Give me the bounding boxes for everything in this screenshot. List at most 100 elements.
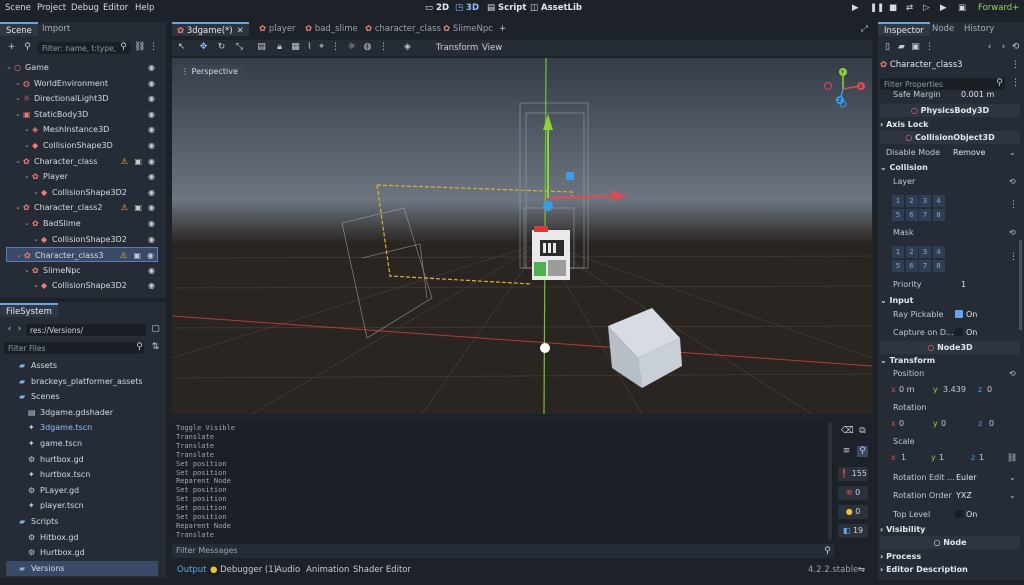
file-item[interactable]: ▰ Versions: [6, 560, 158, 576]
tab-debugger[interactable]: ● Debugger (1): [210, 565, 277, 575]
file-item[interactable]: ✦ 3dgame.tscn: [6, 420, 158, 435]
tree-item[interactable]: ⌄ ◆ CollisionShape3D ◉: [6, 138, 158, 153]
renderer-select[interactable]: Forward+: [978, 3, 1019, 13]
disable-mode-row[interactable]: Disable Mode Remove ⌄: [883, 146, 1018, 160]
tree-item[interactable]: ⌄ ✿ BadSlime ◉: [6, 216, 158, 231]
layer-bit[interactable]: 1: [892, 195, 904, 207]
script-icon[interactable]: ▣: [134, 154, 142, 169]
node-section[interactable]: ○ Node: [880, 536, 1020, 549]
filter-messages-input[interactable]: Filter Messages: [172, 544, 834, 558]
scene-filter-input[interactable]: Filter: name, t:type,: [38, 42, 130, 54]
workspace-assetlib-button[interactable]: ◫ AssetLib: [530, 3, 582, 13]
visibility-icon[interactable]: ◉: [147, 248, 154, 263]
chevron-down-icon[interactable]: ⌄: [24, 138, 30, 153]
transform-menu[interactable]: Transform: [436, 43, 478, 53]
clear-log-icon[interactable]: ⌫: [841, 426, 854, 437]
new-resource-icon[interactable]: ▯: [882, 42, 893, 53]
menu-editor[interactable]: Editor: [103, 3, 128, 13]
tree-item[interactable]: ⌄ ✿ Player ◉: [6, 169, 158, 184]
layer-bit[interactable]: 6: [905, 259, 918, 272]
layer-bit[interactable]: 2: [905, 246, 918, 258]
tree-item[interactable]: ⌄ ▣ StaticBody3D ◉: [6, 107, 158, 122]
select-tool-icon[interactable]: ↖: [176, 42, 187, 53]
file-item[interactable]: ▰ Assets: [6, 358, 158, 373]
layer-bit[interactable]: 4: [932, 195, 945, 207]
layer-bit[interactable]: 7: [919, 259, 931, 272]
layer-bit[interactable]: 8: [932, 259, 945, 272]
rotation-order-row[interactable]: Rotation Order YXZ ⌄: [883, 489, 1018, 503]
visibility-icon[interactable]: ◉: [148, 216, 155, 231]
collision-section[interactable]: ⌄ Collision: [880, 161, 1020, 174]
object-selector[interactable]: ✿ Character_class3: [880, 58, 1020, 72]
layer-bit[interactable]: 2: [905, 195, 918, 207]
tab-shader-editor[interactable]: Shader Editor: [353, 565, 411, 575]
copy-icon[interactable]: ⧉: [857, 426, 868, 437]
chevron-down-icon[interactable]: ⌄: [16, 248, 22, 263]
view-gizmo[interactable]: Y X Z: [818, 64, 868, 114]
priority-row[interactable]: Priority 1: [883, 278, 1018, 292]
file-item[interactable]: ⚙ hurtbox.gd: [6, 452, 158, 467]
editor-messages-toggle[interactable]: ◧ 19: [838, 524, 868, 538]
layer-bit[interactable]: 3: [919, 195, 931, 207]
sun-icon[interactable]: ☼: [346, 42, 357, 53]
warning-icon[interactable]: ⚠: [121, 200, 128, 215]
tab-filesystem[interactable]: FileSystem: [0, 303, 58, 317]
tab-inspector[interactable]: Inspector: [878, 22, 930, 36]
visibility-icon[interactable]: ◉: [148, 200, 155, 215]
object-menu-icon[interactable]: ⋮: [1010, 60, 1021, 71]
more-icon[interactable]: ⋮: [378, 42, 389, 53]
inspector-scrollbar[interactable]: [1019, 240, 1022, 330]
light-icon[interactable]: [540, 343, 550, 353]
chevron-down-icon[interactable]: ⌄: [24, 216, 30, 231]
visibility-section[interactable]: › Visibility: [880, 523, 1020, 536]
input-section[interactable]: ⌄ Input: [880, 294, 1020, 307]
menu-debug[interactable]: Debug: [71, 3, 99, 13]
node3d-section[interactable]: ○ Node3D: [880, 341, 1020, 354]
play-custom-icon[interactable]: ▶: [940, 3, 947, 13]
pause-icon[interactable]: ❚❚: [870, 3, 884, 13]
rotation-edit-row[interactable]: Rotation Edit ... Euler ⌄: [883, 471, 1018, 485]
layer-bit[interactable]: 3: [919, 246, 931, 258]
ruler-icon[interactable]: ⌇: [304, 42, 315, 53]
file-item[interactable]: ⚙ Hurtbox.gd: [6, 545, 158, 560]
play-icon[interactable]: ▶: [852, 3, 859, 13]
output-log[interactable]: Toggle Visible Translate Translate Translat…: [172, 422, 834, 540]
visibility-icon[interactable]: ◉: [148, 185, 155, 200]
save-icon[interactable]: ▣: [910, 42, 921, 53]
rotation-values[interactable]: x0 y0 z0: [883, 417, 1018, 431]
tab-audio[interactable]: Audio: [276, 565, 300, 575]
tree-item[interactable]: ⌄ ✿ Character_class2 ◉ ⚠ ▣: [6, 200, 158, 215]
menu-scene[interactable]: Scene: [5, 3, 31, 13]
visibility-icon[interactable]: ◉: [148, 138, 155, 153]
physicsbody3d-section[interactable]: ○ PhysicsBody3D: [880, 104, 1020, 117]
chevron-down-icon[interactable]: ⌄: [24, 169, 30, 184]
tab-history[interactable]: History: [958, 22, 1000, 36]
tree-item[interactable]: ⌄ ◆ CollisionShape3D2 ◉: [6, 185, 158, 200]
layer-bit[interactable]: 6: [905, 208, 918, 221]
scale-tool-icon[interactable]: ⤡: [234, 42, 245, 53]
sort-icon[interactable]: ⇅: [150, 342, 161, 353]
close-icon[interactable]: ✕: [237, 26, 244, 36]
visibility-icon[interactable]: ◉: [148, 76, 155, 91]
chevron-down-icon[interactable]: ⌄: [15, 200, 21, 215]
path-field[interactable]: res://Versions/: [26, 324, 146, 336]
chevron-down-icon[interactable]: ⌄: [33, 232, 39, 247]
visibility-icon[interactable]: ◉: [148, 154, 155, 169]
more-icon[interactable]: ⋮: [924, 42, 935, 53]
visibility-icon[interactable]: ◉: [148, 60, 155, 75]
layer-bit[interactable]: 8: [932, 208, 945, 221]
tree-item[interactable]: ⌄ ◆ CollisionShape3D2 ◉: [6, 232, 158, 247]
transform-section[interactable]: ⌄ Transform: [880, 354, 1020, 367]
tab-node[interactable]: Node: [926, 22, 960, 36]
chevron-down-icon[interactable]: ⌄: [15, 91, 21, 106]
add-tab-icon[interactable]: +: [494, 22, 511, 36]
file-item[interactable]: ▰ Scenes: [6, 389, 158, 404]
safe-margin-row[interactable]: Safe Margin 0.001 m: [883, 88, 1018, 102]
tree-item[interactable]: ⌄ ✿ Character_class3 ◉ ⚠ ▣: [6, 247, 158, 263]
tab-player[interactable]: ✿ player: [254, 22, 301, 36]
history-back-icon[interactable]: ‹: [984, 42, 995, 53]
top-level-row[interactable]: Top Level On: [883, 508, 1018, 522]
tab-scene[interactable]: Scene: [0, 22, 38, 36]
x-gizmo-arrow[interactable]: [545, 195, 613, 199]
log-scrollbar[interactable]: [828, 422, 832, 540]
